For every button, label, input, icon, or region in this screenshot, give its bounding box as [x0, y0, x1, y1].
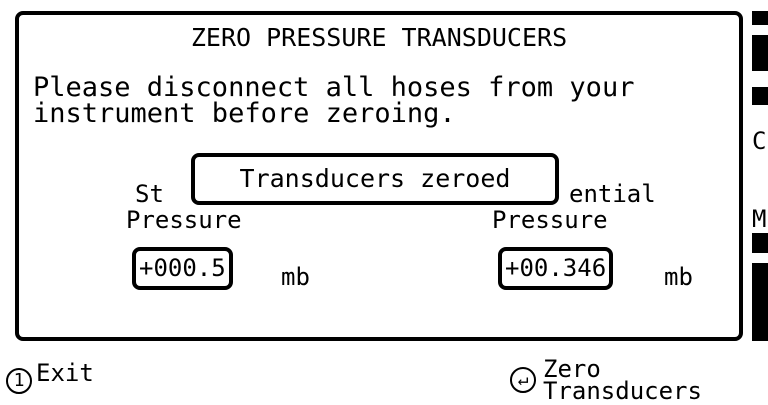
zero-transducers-softkey[interactable]: ↵ Zero Transducers: [510, 357, 765, 405]
differential-pressure-label-partial: ential: [569, 180, 656, 208]
enter-key-icon: ↵: [510, 367, 536, 393]
dialog-message: Please disconnect all hoses from your in…: [33, 72, 635, 129]
static-pressure-label-partial: St: [135, 180, 164, 208]
side-char: C: [752, 127, 767, 155]
zero-label-line2: Transducers: [543, 377, 702, 405]
side-block: [752, 233, 768, 253]
differential-pressure-unit: mb: [664, 263, 693, 291]
key-1-icon: 1: [6, 368, 32, 394]
side-block: [752, 35, 768, 71]
side-block: [752, 263, 768, 341]
static-pressure-unit: mb: [281, 263, 310, 291]
differential-pressure-value: +00.346: [498, 247, 614, 290]
dialog-title: ZERO PRESSURE TRANSDUCERS: [190, 23, 568, 52]
exit-softkey[interactable]: 1 Exit: [6, 359, 146, 398]
zero-transducers-dialog: ZERO PRESSURE TRANSDUCERS Please disconn…: [15, 11, 743, 341]
transducers-zeroed-notification: Transducers zeroed: [191, 153, 559, 205]
static-pressure-label: Pressure: [126, 206, 242, 234]
side-char: M: [752, 205, 767, 233]
exit-label: Exit: [36, 359, 94, 387]
differential-pressure-label: Pressure: [492, 206, 608, 234]
side-block: [752, 87, 768, 105]
side-block: [752, 11, 768, 25]
side-panel-partial: C M: [752, 11, 768, 341]
static-pressure-value: +000.5: [132, 247, 233, 290]
